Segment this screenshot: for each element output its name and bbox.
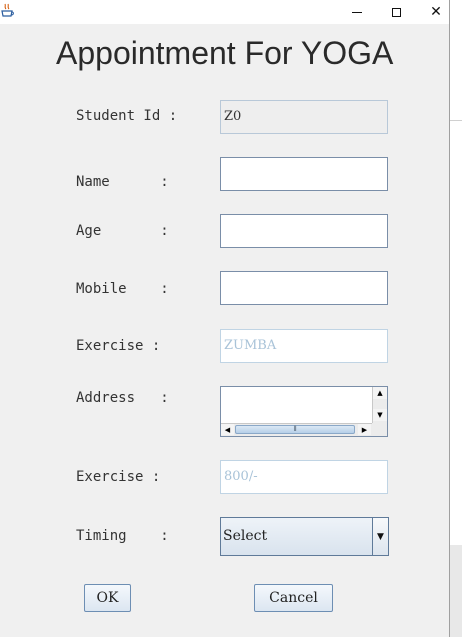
- scroll-up-icon[interactable]: ▲: [373, 387, 387, 399]
- maximize-button[interactable]: [377, 0, 415, 24]
- appointment-window: ✕ Appointment For YOGA Student Id : Z0 N…: [0, 0, 450, 637]
- maximize-icon: [391, 7, 401, 17]
- background-divider: [450, 120, 462, 121]
- close-button[interactable]: ✕: [417, 0, 455, 24]
- fee-field: 800/-: [220, 460, 388, 494]
- dropdown-button[interactable]: ▼: [372, 518, 388, 555]
- age-label: Age :: [76, 223, 169, 239]
- timing-selected-value: Select: [223, 528, 268, 544]
- fee-label: Exercise :: [76, 469, 161, 485]
- scroll-left-icon[interactable]: ◀: [221, 424, 234, 435]
- background-panel: [450, 545, 462, 637]
- chevron-down-icon: ▼: [377, 531, 384, 542]
- address-textarea[interactable]: ▲ ▼ ◀ ⦀ ▶: [220, 386, 388, 437]
- student-id-label: Student Id :: [76, 108, 178, 124]
- minimize-button[interactable]: [338, 0, 376, 24]
- student-id-field[interactable]: Z0: [220, 100, 388, 134]
- background-window-edge: [450, 0, 462, 637]
- grip-icon: ⦀: [293, 425, 297, 433]
- address-label: Address :: [76, 390, 169, 406]
- exercise-label: Exercise :: [76, 338, 161, 354]
- close-icon: ✕: [430, 4, 442, 20]
- timing-label: Timing :: [76, 528, 169, 544]
- name-label: Name :: [76, 174, 169, 190]
- scroll-right-icon[interactable]: ▶: [358, 424, 371, 435]
- address-horizontal-scrollbar[interactable]: ◀ ⦀ ▶: [221, 423, 373, 436]
- ok-button[interactable]: OK: [84, 584, 131, 612]
- mobile-field[interactable]: [220, 271, 388, 305]
- exercise-field: ZUMBA: [220, 329, 388, 363]
- scroll-down-icon[interactable]: ▼: [373, 409, 387, 421]
- form-title: Appointment For YOGA: [56, 35, 394, 71]
- name-field[interactable]: [220, 157, 388, 191]
- java-cup-icon: [1, 3, 14, 17]
- title-bar[interactable]: ✕: [0, 0, 449, 24]
- address-vertical-scrollbar[interactable]: ▲ ▼: [372, 387, 387, 424]
- minimize-icon: [352, 11, 362, 13]
- scroll-corner: [372, 423, 387, 436]
- cancel-button[interactable]: Cancel: [254, 584, 333, 612]
- scroll-thumb[interactable]: ⦀: [235, 425, 355, 434]
- age-field[interactable]: [220, 214, 388, 248]
- timing-dropdown[interactable]: Select ▼: [220, 517, 389, 556]
- mobile-label: Mobile :: [76, 281, 169, 297]
